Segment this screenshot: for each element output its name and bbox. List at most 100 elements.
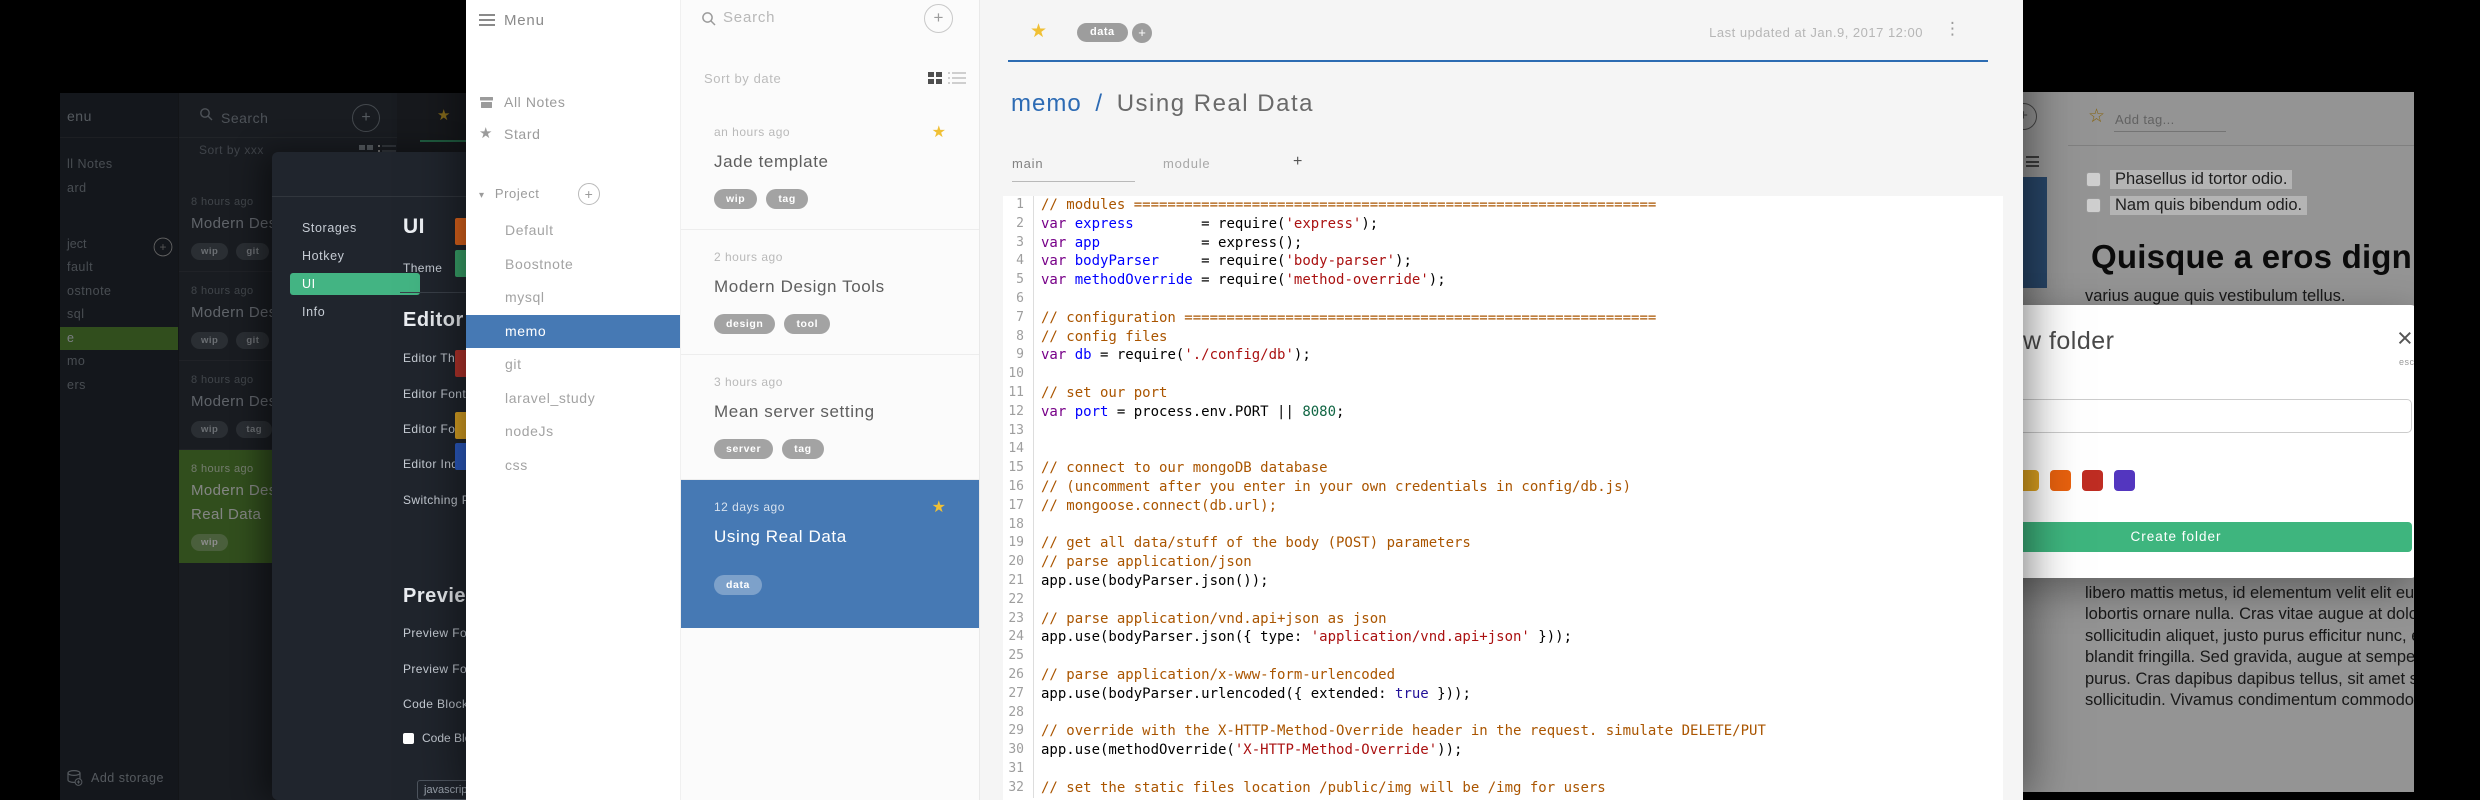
star-icon[interactable]: ★ xyxy=(932,122,946,142)
folder-item[interactable]: Default xyxy=(466,214,680,248)
code-line[interactable]: 31 xyxy=(1003,759,2003,779)
code-line[interactable]: 16 // (uncomment after you enter in your … xyxy=(1003,477,2003,497)
grid-view-icon[interactable] xyxy=(928,72,942,85)
checklist-item[interactable]: Nam quis bibendum odio. xyxy=(2086,196,2308,215)
note-star-icon[interactable]: ★ xyxy=(1030,20,1047,43)
settings-nav-item[interactable]: Info xyxy=(290,298,420,326)
add-tag-button[interactable]: + xyxy=(1132,23,1152,43)
code-line[interactable]: 15 // connect to our mongoDB database xyxy=(1003,459,2003,478)
checkbox-icon[interactable] xyxy=(2086,172,2101,187)
folder-item[interactable]: css xyxy=(466,449,680,483)
menu-label[interactable]: Menu xyxy=(504,12,545,29)
code-line[interactable]: 22 xyxy=(1003,590,2003,610)
line-number: 7 xyxy=(1003,308,1034,328)
code-line[interactable]: 2 var express = require('express'); xyxy=(1003,214,2003,234)
code-line[interactable]: 29 // override with the X-HTTP-Method-Ove… xyxy=(1003,722,2003,742)
color-swatch[interactable] xyxy=(455,250,466,277)
code-line[interactable]: 8 // config files xyxy=(1003,327,2003,347)
code-editor[interactable]: 1 // modules ============================… xyxy=(1003,196,2003,800)
code-line[interactable]: 23 // parse application/vnd.api+json as j… xyxy=(1003,609,2003,629)
new-note-button[interactable]: + xyxy=(924,4,953,33)
settings-modal-header xyxy=(272,152,466,197)
code-line[interactable]: 27 app.use(bodyParser.urlencoded({ extend… xyxy=(1003,684,2003,704)
note-list-item[interactable]: an hours ago ★ Jade template wip tag xyxy=(681,105,979,230)
code-text: var express = require('express'); xyxy=(1041,215,1379,232)
code-line[interactable]: 26 // parse application/x-www-form-urlenc… xyxy=(1003,665,2003,685)
code-block-checkbox-row[interactable]: Code Block xyxy=(403,731,466,745)
color-swatch[interactable] xyxy=(455,412,466,439)
code-line[interactable]: 18 xyxy=(1003,515,2003,535)
hamburger-icon[interactable] xyxy=(479,14,495,26)
close-icon[interactable]: × xyxy=(2397,325,2413,352)
code-line[interactable]: 1 // modules ============================… xyxy=(1003,196,2003,215)
folder-item[interactable]: mysql xyxy=(466,281,680,315)
code-line[interactable]: 14 xyxy=(1003,440,2003,460)
folder-item[interactable]: nodeJs xyxy=(466,415,680,449)
note-list-item[interactable]: 3 hours ago Mean server setting server tag xyxy=(681,355,979,480)
settings-row: Switching Preview xyxy=(403,493,466,507)
folder-name-input[interactable] xyxy=(2022,399,2412,433)
folder-item[interactable]: laravel_study xyxy=(466,382,680,416)
code-text: // parse application/json xyxy=(1041,554,1252,571)
folder-item[interactable]: memo xyxy=(466,314,680,348)
add-folder-icon[interactable]: + xyxy=(578,183,600,205)
code-line[interactable]: 7 // configuration ======================… xyxy=(1003,308,2003,328)
folder-item[interactable]: git xyxy=(466,348,680,382)
chevron-down-icon[interactable]: ▾ xyxy=(479,190,485,201)
code-line[interactable]: 11 // set our port xyxy=(1003,383,2003,403)
search-input[interactable]: Search xyxy=(723,9,775,26)
breadcrumb-folder[interactable]: memo xyxy=(1011,90,1082,117)
code-line[interactable]: 4 var bodyParser = require('body-parser')… xyxy=(1003,252,2003,272)
settings-nav-item[interactable]: Hotkey xyxy=(290,242,420,270)
sort-selector[interactable]: Sort by date xyxy=(704,71,781,86)
list-view-icon[interactable] xyxy=(948,72,966,85)
checkbox-icon[interactable] xyxy=(2086,198,2101,213)
folder-color-swatch[interactable] xyxy=(2050,470,2071,491)
line-number: 28 xyxy=(1003,703,1034,723)
line-number: 19 xyxy=(1003,534,1034,554)
folder-color-swatch[interactable] xyxy=(2082,470,2103,491)
code-text: // (uncomment after you enter in your ow… xyxy=(1041,478,1632,495)
star-icon[interactable]: ★ xyxy=(932,497,946,517)
checkbox-icon[interactable] xyxy=(403,732,414,744)
code-line[interactable]: 30 app.use(methodOverride('X-HTTP-Method-… xyxy=(1003,741,2003,760)
note-tag-pill[interactable]: data xyxy=(1077,23,1128,42)
code-line[interactable]: 5 var methodOverride = require('method-ov… xyxy=(1003,271,2003,290)
code-line[interactable]: 9 var db = require('./config/db'); xyxy=(1003,346,2003,366)
kebab-menu-icon[interactable]: ⋮ xyxy=(1944,19,1961,39)
note-tag: wip xyxy=(714,189,758,209)
color-swatch[interactable] xyxy=(455,350,466,377)
code-line[interactable]: 19 // get all data/stuff of the body (POS… xyxy=(1003,534,2003,554)
code-line[interactable]: 20 // parse application/json xyxy=(1003,553,2003,572)
code-line[interactable]: 28 xyxy=(1003,703,2003,723)
code-line[interactable]: 13 xyxy=(1003,421,2003,441)
tab-[interactable]: + xyxy=(1293,153,1303,171)
code-line[interactable]: 12 var port = process.env.PORT || 8080; xyxy=(1003,402,2003,422)
code-line[interactable]: 32 // set the static files location /publ… xyxy=(1003,778,2003,798)
code-theme-dropdown[interactable]: javascript xyxy=(417,780,466,800)
line-number: 13 xyxy=(1003,421,1034,441)
folder-color-swatch[interactable] xyxy=(2114,470,2135,491)
sidebar-item-all-notes[interactable]: All Notes xyxy=(466,86,680,118)
note-list-item[interactable]: 2 hours ago Modern Design Tools design tool xyxy=(681,230,979,355)
settings-row: Editor Font Size xyxy=(403,387,466,401)
tab-module[interactable]: module xyxy=(1163,156,1210,171)
project-header[interactable]: ▾ Project + xyxy=(466,182,680,206)
checklist-item[interactable]: Phasellus id tortor odio. xyxy=(2086,170,2307,189)
color-swatch[interactable] xyxy=(455,443,466,470)
folder-color-swatch[interactable] xyxy=(2022,470,2039,491)
code-line[interactable]: 6 xyxy=(1003,289,2003,309)
sidebar-item-starred[interactable]: ★ Stard xyxy=(466,118,680,150)
tab-main[interactable]: main xyxy=(1012,156,1043,171)
code-line[interactable]: 17 // mongoose.connect(db.url); xyxy=(1003,496,2003,516)
code-line[interactable]: 10 xyxy=(1003,365,2003,384)
create-folder-button[interactable]: Create folder xyxy=(2022,522,2412,552)
code-line[interactable]: 25 xyxy=(1003,647,2003,666)
folder-item[interactable]: Boostnote xyxy=(466,248,680,282)
note-list-item[interactable]: 12 days ago ★ Using Real Data data xyxy=(681,480,979,628)
color-swatch[interactable] xyxy=(455,218,466,245)
code-line[interactable]: 3 var app = express(); xyxy=(1003,233,2003,253)
settings-nav-item[interactable]: Storages xyxy=(290,214,420,242)
code-line[interactable]: 24 app.use(bodyParser.json({ type: 'appli… xyxy=(1003,628,2003,648)
code-line[interactable]: 21 app.use(bodyParser.json()); xyxy=(1003,571,2003,591)
